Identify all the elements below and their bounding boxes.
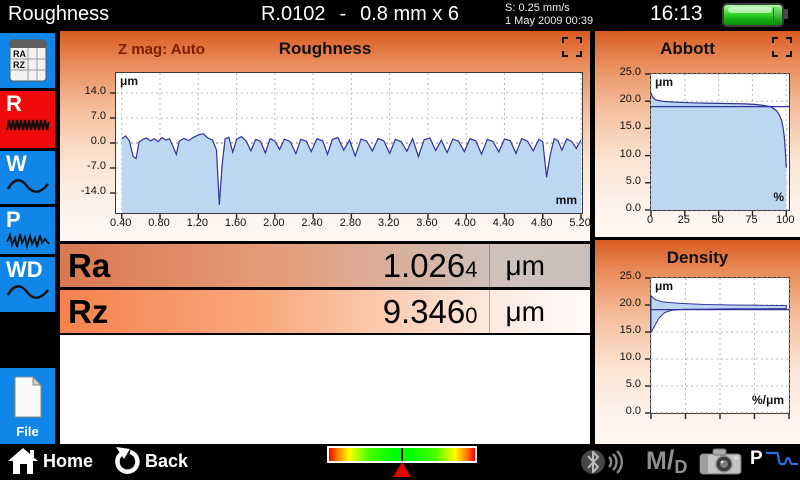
sidebar-item-wd[interactable]: WD bbox=[0, 257, 55, 312]
expand-brackets-icon[interactable] bbox=[772, 37, 792, 57]
results-empty-area bbox=[60, 335, 590, 444]
last-digit: 4 bbox=[465, 257, 477, 282]
parameter-name: Rz bbox=[68, 293, 108, 331]
sidebar-item-label: R bbox=[6, 92, 55, 116]
level-pointer-icon bbox=[393, 462, 411, 477]
back-arrow-icon bbox=[112, 447, 140, 475]
screenshot-button[interactable] bbox=[698, 446, 744, 480]
roughness-wave-icon bbox=[6, 116, 50, 134]
tick-label: 5.0 bbox=[595, 175, 641, 187]
sidebar-item-roughness[interactable]: R bbox=[0, 91, 55, 148]
parameter-value: 1.0264 bbox=[383, 247, 478, 285]
screen-title: Roughness bbox=[8, 3, 109, 26]
table-icon: RA RZ bbox=[9, 39, 47, 82]
sidebar-item-profile[interactable]: P bbox=[0, 207, 55, 254]
chart-title: Roughness bbox=[60, 39, 590, 59]
tick-label: 25.0 bbox=[595, 66, 641, 78]
datetime-status: 1 May 2009 00:39 bbox=[505, 15, 593, 28]
tick-label: 0.0 bbox=[595, 405, 641, 417]
chart-title: Abbott bbox=[575, 39, 800, 59]
tick-label: 10.0 bbox=[595, 148, 641, 160]
measurement-settings[interactable]: R.0102-0.8 mm x 6 bbox=[210, 3, 510, 26]
tick-label: 25.0 bbox=[595, 270, 641, 282]
tick-label: 20.0 bbox=[595, 297, 641, 309]
last-digit: 0 bbox=[465, 303, 477, 328]
axis-unit-label: μm bbox=[655, 279, 673, 293]
axis-unit-label: %/μm bbox=[732, 393, 784, 407]
separator: - bbox=[339, 3, 346, 25]
sidebar-item-waviness[interactable]: W bbox=[0, 151, 55, 204]
program-id: R.0102 bbox=[261, 3, 326, 25]
back-button[interactable]: Back bbox=[112, 447, 188, 475]
md-toggle[interactable]: M/D bbox=[646, 445, 687, 476]
abbott-panel: Abbott 25.020.015.010.05.00.00255075100μ… bbox=[595, 31, 800, 237]
sidebar-item-label: WD bbox=[6, 258, 55, 282]
tick-label: 0.0 bbox=[60, 135, 106, 147]
tick-label: -14.0 bbox=[60, 185, 106, 197]
svg-text:RA: RA bbox=[13, 49, 26, 59]
density-panel: Density 25.0 20.0 15.0 10.0 5.0 0.0 μm %/μm bbox=[595, 240, 800, 444]
parameter-name: Ra bbox=[68, 247, 110, 285]
device-screen: Roughness R.0102-0.8 mm x 6 S: 0.25 mm/s… bbox=[0, 0, 800, 480]
tick-label: 7.0 bbox=[60, 110, 106, 122]
tick-label: -7.0 bbox=[60, 160, 106, 172]
tick-label: 5.0 bbox=[595, 378, 641, 390]
axis-unit-label: % bbox=[732, 190, 784, 204]
parameter-value: 9.3460 bbox=[383, 293, 478, 331]
home-label: Home bbox=[43, 451, 93, 472]
level-indicator bbox=[327, 446, 477, 463]
top-bar: Roughness R.0102-0.8 mm x 6 S: 0.25 mm/s… bbox=[0, 0, 800, 30]
battery-icon bbox=[722, 3, 790, 27]
file-icon bbox=[12, 376, 44, 418]
svg-text:RZ: RZ bbox=[13, 60, 25, 70]
bluetooth-icon bbox=[580, 447, 628, 477]
primary-profile-wave-icon bbox=[6, 232, 50, 250]
tick-label: 100 bbox=[763, 214, 800, 226]
back-label: Back bbox=[145, 451, 188, 472]
bottom-bar: Home Back M/D bbox=[0, 444, 800, 480]
tick-label: 15.0 bbox=[595, 324, 641, 336]
axis-unit-label: μm bbox=[655, 75, 673, 89]
result-row-ra[interactable]: Ra 1.0264 μm bbox=[60, 244, 590, 287]
status-block: S: 0.25 mm/s 1 May 2009 00:39 bbox=[505, 2, 593, 28]
bluetooth-status[interactable] bbox=[580, 447, 628, 480]
axis-unit-label: mm bbox=[525, 193, 577, 207]
clock: 16:13 bbox=[650, 2, 703, 26]
axis-unit-label: μm bbox=[120, 74, 138, 88]
home-button[interactable]: Home bbox=[8, 447, 93, 475]
sidebar-item-label: File bbox=[0, 424, 55, 439]
home-icon bbox=[8, 447, 38, 475]
parameter-unit: μm bbox=[506, 250, 545, 282]
p-profile-indicator[interactable]: P bbox=[750, 448, 799, 470]
chart-title: Density bbox=[595, 248, 800, 268]
profile-trace-icon bbox=[765, 448, 799, 470]
sidebar-item-ra-rz-table[interactable]: RA RZ bbox=[0, 33, 55, 88]
wd-wave-icon bbox=[6, 282, 50, 302]
tick-label: 20.0 bbox=[595, 93, 641, 105]
roughness_profile-plot bbox=[115, 72, 583, 214]
tick-label: 0.0 bbox=[595, 202, 641, 214]
roughness-panel: Z mag: Auto Roughness 14.07.00.0-7.0-14.… bbox=[60, 31, 590, 241]
cutoff-setting: 0.8 mm x 6 bbox=[360, 3, 459, 25]
tick-label: 14.0 bbox=[60, 85, 106, 97]
parameter-unit: μm bbox=[506, 296, 545, 328]
result-row-rz[interactable]: Rz 9.3460 μm bbox=[60, 290, 590, 333]
waviness-wave-icon bbox=[6, 176, 50, 196]
camera-icon bbox=[698, 446, 744, 476]
sidebar-item-label: P bbox=[6, 208, 55, 232]
tick-label: 10.0 bbox=[595, 351, 641, 363]
level-center-line bbox=[401, 448, 403, 461]
sidebar-item-file[interactable]: File bbox=[0, 368, 55, 444]
sidebar-item-label: W bbox=[6, 152, 55, 176]
tick-label: 15.0 bbox=[595, 120, 641, 132]
speed-status: S: 0.25 mm/s bbox=[505, 2, 593, 15]
